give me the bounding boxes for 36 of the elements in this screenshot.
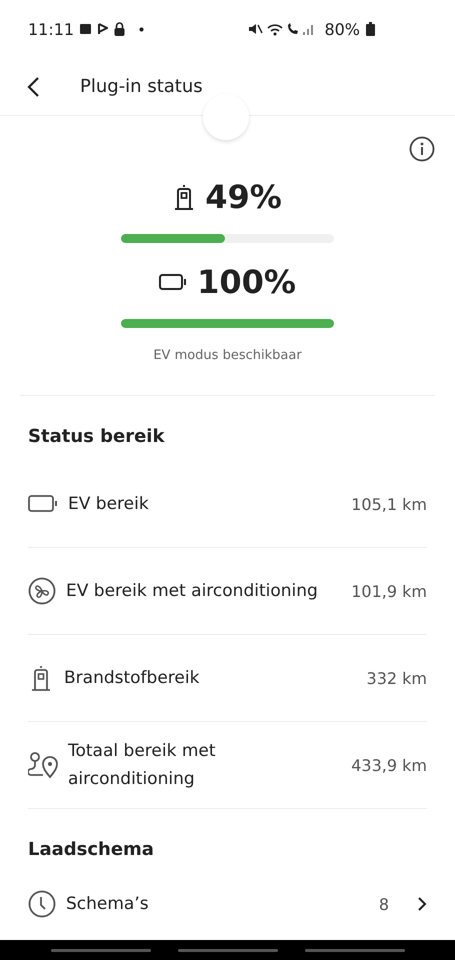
back-icon[interactable] bbox=[26, 76, 40, 98]
flag-icon bbox=[98, 23, 108, 35]
fuel-pump-icon bbox=[173, 183, 196, 211]
range-label: EV bereik met airconditioning bbox=[66, 580, 319, 603]
lock-icon bbox=[114, 22, 126, 36]
battery-icon bbox=[28, 495, 58, 513]
range-label: Brandstofbereik bbox=[64, 667, 200, 690]
battery-icon bbox=[366, 22, 375, 36]
battery-percentage: 80% bbox=[324, 20, 360, 38]
range-value: 433,9 km bbox=[351, 756, 427, 774]
chevron-right-icon bbox=[417, 896, 427, 912]
section-title: Laadschema bbox=[28, 838, 155, 862]
status-time: 11:11 bbox=[28, 20, 74, 38]
fan-icon bbox=[28, 577, 56, 605]
gauge-caption: EV modus beschikbaar bbox=[153, 348, 302, 363]
range-label: EV bereik bbox=[68, 493, 150, 516]
range-value: 105,1 km bbox=[351, 494, 427, 514]
schedule-count: 8 bbox=[378, 894, 389, 914]
pull-handle[interactable] bbox=[203, 94, 249, 140]
nav-handle[interactable] bbox=[304, 948, 404, 952]
battery-icon bbox=[159, 274, 188, 290]
range-label: Totaal bereik met airconditioning bbox=[68, 740, 217, 791]
range-value: 332 km bbox=[366, 668, 427, 688]
info-icon[interactable] bbox=[409, 136, 435, 162]
nav-handle[interactable] bbox=[178, 948, 278, 952]
clock-icon bbox=[28, 890, 56, 918]
nav-handle[interactable] bbox=[50, 948, 150, 952]
gauge-value: 100% bbox=[197, 263, 296, 301]
map-pin-icon bbox=[28, 751, 58, 779]
schedules-row[interactable]: Schema’s 8 bbox=[28, 874, 427, 934]
schedule-label: Schema’s bbox=[66, 893, 150, 916]
gauge-value: 49% bbox=[205, 178, 282, 216]
dot-icon bbox=[139, 26, 144, 32]
section-title: Status bereik bbox=[28, 425, 166, 449]
page-title: Plug-in status bbox=[80, 76, 203, 97]
range-value: 101,9 km bbox=[351, 582, 427, 600]
